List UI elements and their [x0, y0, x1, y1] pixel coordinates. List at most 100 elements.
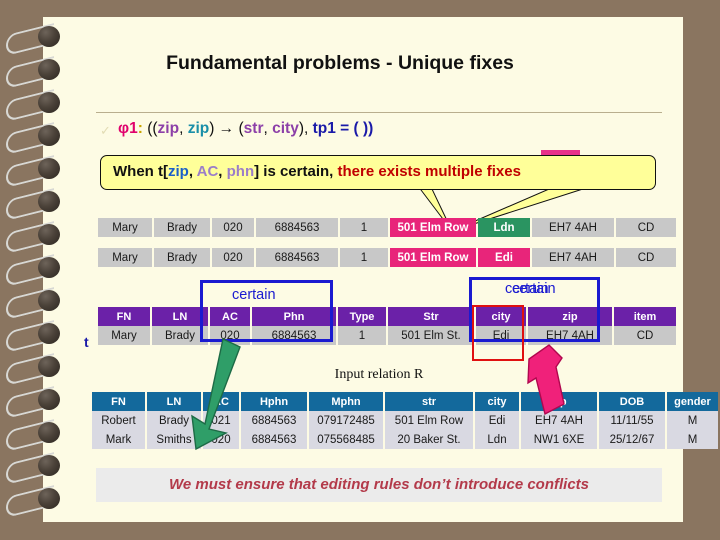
column-header: Hphn: [241, 392, 307, 411]
table-cell: Edi: [478, 248, 530, 267]
title-divider: [96, 112, 662, 113]
spiral-ring: [2, 320, 62, 353]
spiral-bead: [38, 125, 60, 146]
table-cell: CD: [616, 248, 676, 267]
table-header-row: FN LN AC Hphn Mphn str city zip DOB gender: [92, 392, 718, 411]
table-cell: 501 Elm Row: [390, 218, 476, 237]
phi-arrow: ) → (: [209, 120, 244, 137]
table-cell: 1: [340, 248, 388, 267]
table-cell: Ldn: [478, 218, 530, 237]
phi-comma-1: ,: [179, 120, 188, 137]
fix-row-1: Mary Brady 020 6884563 1 501 Elm Row Ldn EH7 4A…: [96, 218, 678, 237]
spiral-ring: [2, 122, 62, 155]
spiral-bead: [38, 488, 60, 509]
spiral-ring: [2, 287, 62, 320]
callout-mid: ] is certain,: [254, 163, 338, 180]
phi-zip-lhs: zip: [157, 120, 180, 137]
spiral-bead: [38, 92, 60, 113]
phi-comma-2: ,: [263, 120, 273, 137]
table-row: Robert Brady 021 6884563 079172485 501 Elm Ro…: [92, 411, 718, 430]
table-cell: 1: [338, 326, 386, 345]
table-cell: 6884563: [241, 430, 307, 449]
column-header: AC: [203, 392, 239, 411]
spiral-bead: [38, 323, 60, 344]
column-header: zip: [521, 392, 597, 411]
spiral-ring: [2, 155, 62, 188]
table-cell: 020: [203, 430, 239, 449]
callout-balloon: When t[zip, AC, phn] is certain, there e…: [100, 155, 656, 190]
table-cell: Robert: [92, 411, 145, 430]
table-cell: Mary: [98, 326, 150, 345]
table-cell: 20 Baker St.: [385, 430, 473, 449]
table-cell: NW1 6XE: [521, 430, 597, 449]
table-body: Robert Brady 021 6884563 079172485 501 Elm Ro…: [92, 411, 718, 449]
constraint-phi1: φ1: ((zip, zip) → (str, city), tp1 = ( )…: [118, 120, 373, 138]
callout-sep-1: ,: [188, 163, 197, 180]
conclusion-banner: We must ensure that editing rules don’t …: [96, 468, 662, 502]
spiral-bead: [38, 26, 60, 47]
table-cell: CD: [616, 218, 676, 237]
table-cell: EH7 4AH: [521, 411, 597, 430]
page-title: Fundamental problems - Unique fixes: [166, 52, 514, 74]
spiral-bead: [38, 59, 60, 80]
callout-emphasis: there exists multiple fixes: [337, 163, 521, 180]
phi-zip-rhs: zip: [187, 120, 210, 137]
column-header: item: [614, 307, 676, 326]
spiral-ring: [2, 221, 62, 254]
phi-str: str: [243, 120, 264, 137]
column-header: Mphn: [309, 392, 383, 411]
table-cell: 6884563: [241, 411, 307, 430]
table-cell: Brady: [154, 248, 210, 267]
table-cell: 501 Elm Row: [385, 411, 473, 430]
table-cell: Mary: [98, 218, 152, 237]
table-cell: 021: [203, 411, 239, 430]
callout-sep-2: ,: [218, 163, 227, 180]
table-cell: Smiths: [147, 430, 201, 449]
spiral-bead: [38, 158, 60, 179]
fix-row-2: Mary Brady 020 6884563 1 501 Elm Row Edi EH7 4A…: [96, 248, 678, 267]
spiral-ring: [2, 56, 62, 89]
table-cell: 075568485: [309, 430, 383, 449]
spiral-binding: [0, 0, 70, 540]
spiral-bead: [38, 455, 60, 476]
table-cell: EH7 4AH: [532, 218, 614, 237]
column-header: Type: [338, 307, 386, 326]
table-cell: 020: [212, 218, 254, 237]
certain-label-right-b: certain: [512, 281, 556, 297]
table-cell: Brady: [154, 218, 210, 237]
spiral-ring: [2, 353, 62, 386]
spiral-ring: [2, 254, 62, 287]
spiral-bead: [38, 422, 60, 443]
table-cell: Edi: [475, 411, 519, 430]
column-header: gender: [667, 392, 718, 411]
spiral-bead: [38, 356, 60, 377]
table-cell: M: [667, 411, 718, 430]
spiral-ring: [2, 419, 62, 452]
phi-tp1: tp1 = ( )): [312, 120, 374, 137]
spiral-ring: [2, 386, 62, 419]
column-header: city: [475, 392, 519, 411]
table-cell: Mary: [98, 248, 152, 267]
tuple-label: t: [84, 334, 89, 350]
callout-ac: AC: [196, 163, 219, 180]
callout-zip: zip: [167, 163, 189, 180]
spiral-bead: [38, 257, 60, 278]
callout-pre: When t[: [113, 163, 168, 180]
column-header: FN: [92, 392, 145, 411]
phi-city: city: [272, 120, 299, 137]
spiral-ring: [2, 485, 62, 518]
spiral-bead: [38, 389, 60, 410]
table-cell: 501 Elm Row: [390, 248, 476, 267]
table-cell: 11/11/55: [599, 411, 665, 430]
input-relation-table: FN LN AC Hphn Mphn str city zip DOB gender Robert…: [90, 392, 720, 449]
spiral-ring: [2, 188, 62, 221]
phi-close: ),: [298, 120, 313, 137]
column-header: LN: [147, 392, 201, 411]
check-bullet-1: ✓: [100, 123, 111, 138]
spiral-ring: [2, 89, 62, 122]
spiral-ring: [2, 452, 62, 485]
phi-open: ((: [142, 120, 158, 137]
table-cell: EH7 4AH: [532, 248, 614, 267]
table-cell: Brady: [147, 411, 201, 430]
table-cell: 020: [212, 248, 254, 267]
